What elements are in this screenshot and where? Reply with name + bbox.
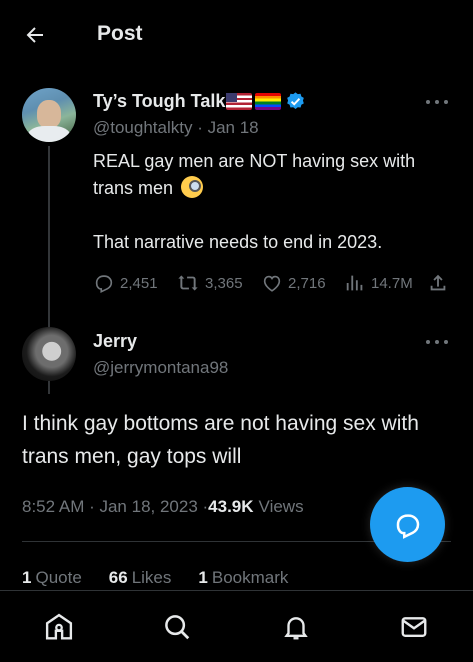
bottom-tab-bar — [0, 590, 473, 662]
more-icon[interactable] — [426, 99, 448, 105]
likes-stat[interactable]: 66 Likes — [109, 568, 172, 588]
repost-button[interactable]: 3,365 — [176, 272, 243, 294]
verified-badge-icon — [285, 91, 306, 112]
post-meta: 8:52 AM · Jan 18, 2023 · 43.9K Views — [22, 497, 304, 517]
author-name[interactable]: Ty’s Tough Talk — [93, 91, 225, 112]
post-actions: 2,451 3,365 2,716 14.7M — [93, 272, 453, 296]
likes-label: Likes — [131, 568, 172, 587]
likes-count: 66 — [108, 568, 128, 587]
bookmarks-label: Bookmark — [211, 568, 289, 587]
post-text-line2: That narrative needs to end in 2023. — [93, 232, 383, 252]
bookmarks-count: 1 — [198, 568, 208, 587]
views-button[interactable]: 14.7M — [344, 272, 413, 294]
back-arrow-icon[interactable] — [22, 22, 48, 48]
more-icon[interactable] — [426, 339, 448, 345]
us-flag-icon — [226, 93, 253, 110]
views-count: 14.7M — [371, 274, 413, 292]
post-text: I think gay bottoms are not having sex w… — [22, 412, 419, 468]
author-name-row[interactable]: Ty’s Tough Talk — [93, 91, 306, 112]
reply-count: 2,451 — [120, 274, 158, 292]
share-button[interactable] — [427, 272, 454, 294]
author-name[interactable]: Jerry — [93, 331, 137, 352]
repost-icon — [178, 275, 198, 291]
compose-reply-icon — [396, 513, 419, 539]
like-button[interactable]: 2,716 — [261, 272, 326, 294]
rainbow-flag-icon — [255, 93, 282, 110]
author-handle-date[interactable]: @toughtalkty · Jan 18 — [93, 118, 259, 138]
bookmarks-stat[interactable]: 1 Bookmark — [198, 568, 288, 588]
messages-icon[interactable] — [398, 611, 430, 643]
top-bar: Post — [0, 0, 473, 70]
compose-reply-button[interactable] — [370, 487, 445, 562]
reply-icon — [95, 275, 113, 294]
quotes-stat[interactable]: 1 Quote — [22, 568, 82, 588]
views-count: 43.9K — [208, 497, 254, 516]
quotes-count: 1 — [22, 568, 32, 587]
like-icon — [263, 275, 281, 292]
avatar[interactable] — [22, 327, 76, 381]
views-icon — [346, 275, 363, 291]
search-icon[interactable] — [161, 611, 193, 643]
page-title: Post — [97, 22, 143, 45]
like-count: 2,716 — [288, 274, 326, 292]
share-icon — [430, 274, 446, 291]
timestamp[interactable]: 8:52 AM · Jan 18, 2023 · — [22, 497, 208, 517]
post-stats: 1 Quote 66 Likes 1 Bookmark — [22, 568, 315, 588]
reply-button[interactable]: 2,451 — [93, 272, 158, 294]
author-handle[interactable]: @jerrymontana98 — [93, 358, 228, 378]
views-label: Views — [258, 497, 304, 516]
home-icon[interactable] — [43, 611, 75, 643]
post-text-line1: REAL gay men are NOT having sex with tra… — [93, 151, 416, 198]
notifications-icon[interactable] — [280, 611, 312, 643]
quotes-label: Quote — [35, 568, 82, 587]
avatar[interactable] — [22, 88, 76, 142]
post-text: REAL gay men are NOT having sex with tra… — [93, 148, 453, 256]
face-with-monocle-emoji — [181, 176, 204, 198]
repost-count: 3,365 — [205, 274, 243, 292]
